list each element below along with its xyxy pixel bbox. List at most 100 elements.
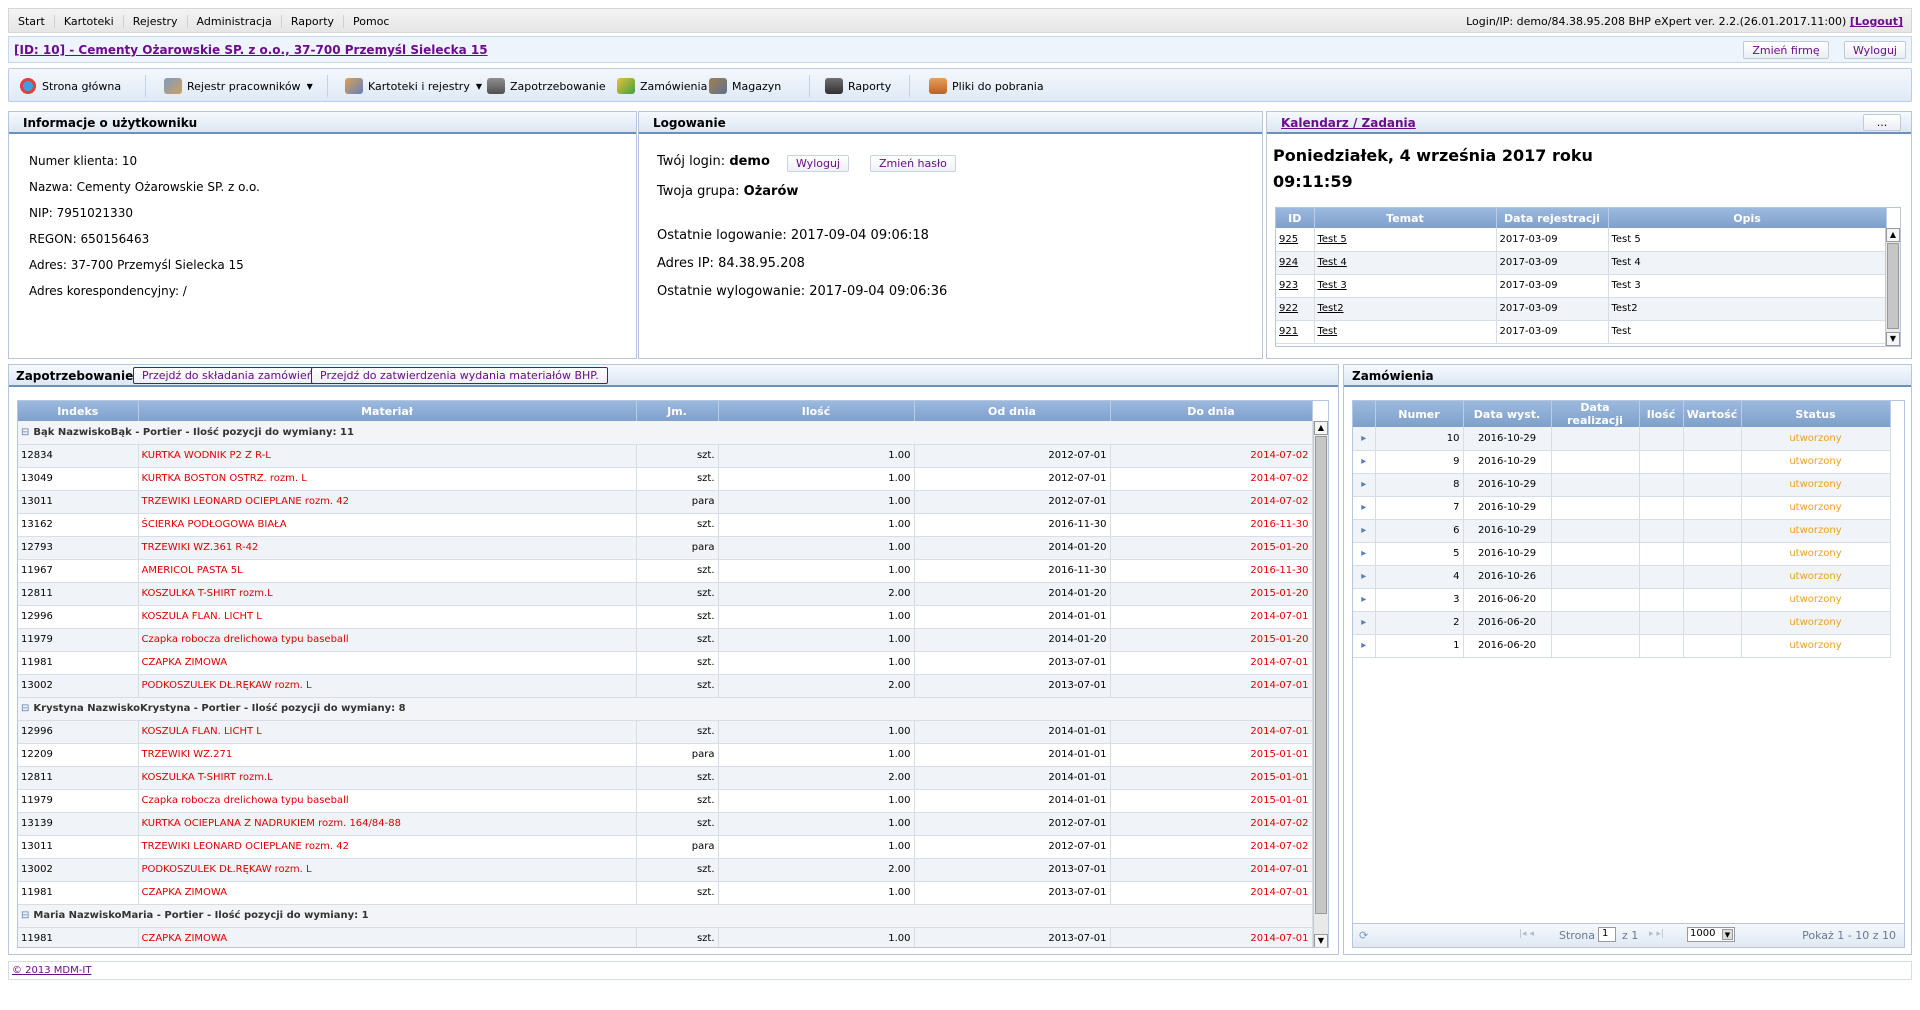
menu-item-kartoteki[interactable]: Kartoteki [55,15,124,28]
column-header[interactable]: Ilość [1639,401,1684,427]
table-row[interactable]: 12793 TRZEWIKI WZ.361 R-42 para 1.00 2014-01… [18,536,1313,560]
column-header[interactable]: Data realizacji [1551,401,1640,427]
menu-item-rejestry[interactable]: Rejestry [124,15,188,28]
table-row[interactable]: 12834 KURTKA WODNIK P2 Z R-L szt. 1.00 2012-… [18,444,1313,468]
menu-item-pomoc[interactable]: Pomoc [344,15,398,28]
registers-button[interactable]: Kartoteki i rejestry ▼ [345,76,482,96]
go-to-approval-button[interactable]: Przejdź do zatwierdzenia wydania materia… [311,367,608,384]
next-page-icon[interactable]: ▸ ▸| [1649,929,1664,939]
group-row[interactable]: ⊟ Bąk NazwiskoBąk - Portier - Ilość pozyc… [18,421,1313,445]
column-header[interactable]: Jm. [636,401,719,421]
table-row[interactable]: 11967 AMERICOL PASTA 5L szt. 1.00 2016-11-30… [18,559,1313,583]
collapse-icon[interactable]: ⊟ [21,910,29,921]
expand-row-icon[interactable]: ▸ [1353,496,1376,520]
collapse-icon[interactable]: ⊟ [21,427,29,438]
scroll-up-icon[interactable]: ▲ [1886,228,1900,242]
scroll-up-icon[interactable]: ▲ [1314,421,1328,435]
task-title-link[interactable]: Test 3 [1314,274,1497,298]
home-button[interactable]: Strona główna [19,76,121,96]
table-row[interactable]: 922 Test2 2017-03-09 Test2 [1276,297,1887,321]
column-header[interactable]: Materiał [138,401,637,421]
expand-row-icon[interactable]: ▸ [1353,634,1376,658]
expand-row-icon[interactable]: ▸ [1353,565,1376,589]
table-row[interactable]: 13011 TRZEWIKI LEONARD OCIEPLANE rozm. 42… [18,835,1313,859]
scroll-thumb[interactable] [1887,243,1899,329]
column-header[interactable]: Ilość [718,401,915,421]
column-header[interactable]: Do dnia [1110,401,1313,421]
table-row[interactable]: 13049 KURTKA BOSTON OSTRZ. rozm. Lszt. 1.0… [18,467,1313,491]
task-id-link[interactable]: 922 [1276,297,1315,321]
scroll-thumb[interactable] [1315,436,1327,914]
page-size-select[interactable]: 1000 ▼ [1687,927,1735,942]
group-row[interactable]: ⊟ Maria NazwiskoMaria - Portier - Ilość p… [18,904,1313,928]
table-row[interactable]: 11981 CZAPKA ZIMOWA szt. 1.00 2013-07-01 2014… [18,881,1313,905]
refresh-icon[interactable]: ⟳ [1359,929,1368,942]
collapse-icon[interactable]: ⊟ [21,703,29,714]
column-header[interactable]: Temat [1314,208,1497,228]
demand-scrollbar[interactable]: ▲ ▼ [1313,421,1328,947]
task-title-link[interactable]: Test 4 [1314,251,1497,275]
table-row[interactable]: 921 Test 2017-03-09 Test [1276,320,1887,344]
table-row[interactable]: 11979 Czapka robocza drelichowa typu base… [18,628,1313,652]
go-to-orders-button[interactable]: Przejdź do składania zamówień. [133,367,327,384]
company-title[interactable]: [ID: 10] - Cementy Ożarowskie SP. z o.o.… [14,43,488,57]
logout-small-button[interactable]: Wyloguj [787,155,849,172]
menu-item-start[interactable]: Start [9,15,55,28]
column-header[interactable]: Data wyst. [1463,401,1552,427]
table-row[interactable]: ▸ 7 2016-10-29 utworzony [1353,496,1891,520]
menu-item-raporty[interactable]: Raporty [282,15,345,28]
table-row[interactable]: 13002 PODKOSZULEK DŁ.RĘKAW rozm. Lszt. 2.0… [18,674,1313,698]
table-row[interactable]: 12811 KOSZULKA T-SHIRT rozm.L szt. 2.00 2014… [18,582,1313,606]
task-title-link[interactable]: Test2 [1314,297,1497,321]
change-password-button[interactable]: Zmień hasło [870,155,956,172]
column-header[interactable]: Wartość [1683,401,1742,427]
menu-item-administracja[interactable]: Administracja [188,15,282,28]
warehouse-button[interactable]: Magazyn [709,76,781,96]
expand-row-icon[interactable]: ▸ [1353,611,1376,635]
task-id-link[interactable]: 925 [1276,228,1315,252]
table-row[interactable]: 925 Test 5 2017-03-09 Test 5 [1276,228,1887,252]
reports-button[interactable]: Raporty [825,76,891,96]
column-header[interactable]: Od dnia [914,401,1111,421]
table-row[interactable]: 13002 PODKOSZULEK DŁ.RĘKAW rozm. Lszt. 2.0… [18,858,1313,882]
table-row[interactable]: ▸ 6 2016-10-29 utworzony [1353,519,1891,543]
task-title-link[interactable]: Test 5 [1314,228,1497,252]
table-row[interactable]: ▸ 9 2016-10-29 utworzony [1353,450,1891,474]
tasks-scrollbar[interactable]: ▲ ▼ [1885,228,1900,346]
column-header[interactable]: Status [1741,401,1891,427]
expand-row-icon[interactable]: ▸ [1353,427,1376,451]
table-row[interactable]: 924 Test 4 2017-03-09 Test 4 [1276,251,1887,275]
copyright-link[interactable]: © 2013 MDM-IT [12,965,91,976]
expand-row-icon[interactable]: ▸ [1353,519,1376,543]
orders-button[interactable]: Zamówienia [617,76,707,96]
column-header[interactable]: Data rejestracji [1496,208,1609,228]
task-id-link[interactable]: 924 [1276,251,1315,275]
demand-button[interactable]: Zapotrzebowanie [487,76,606,96]
table-row[interactable]: ▸ 1 2016-06-20 utworzony [1353,634,1891,658]
page-input[interactable]: 1 [1598,927,1616,942]
expand-row-icon[interactable]: ▸ [1353,450,1376,474]
group-row[interactable]: ⊟ Krystyna NazwiskoKrystyna - Portier - I… [18,697,1313,721]
table-row[interactable]: 12209 TRZEWIKI WZ.271 para 1.00 2014-01-01 20… [18,743,1313,767]
calendar-title[interactable]: Kalendarz / Zadania [1281,116,1416,130]
task-id-link[interactable]: 923 [1276,274,1315,298]
downloads-button[interactable]: Pliki do pobrania [929,76,1044,96]
calendar-more-button[interactable]: ... [1863,114,1901,131]
expand-row-icon[interactable]: ▸ [1353,473,1376,497]
logout-button[interactable]: Wyloguj [1844,41,1906,59]
scroll-down-icon[interactable]: ▼ [1886,332,1900,346]
task-id-link[interactable]: 921 [1276,320,1315,344]
table-row[interactable]: 11981 CZAPKA ZIMOWA szt. 1.00 2013-07-01 2014… [18,927,1313,947]
table-row[interactable]: 11981 CZAPKA ZIMOWA szt. 1.00 2013-07-01 2014… [18,651,1313,675]
table-row[interactable]: 13162 ŚCIERKA PODŁOGOWA BIAŁA szt. 1.00 2016… [18,513,1313,537]
table-row[interactable]: 12811 KOSZULKA T-SHIRT rozm.L szt. 2.00 2014… [18,766,1313,790]
table-row[interactable]: 13139 KURTKA OCIEPLANA Z NADRUKIEM rozm. … [18,812,1313,836]
table-row[interactable]: ▸ 5 2016-10-29 utworzony [1353,542,1891,566]
table-row[interactable]: ▸ 2 2016-06-20 utworzony [1353,611,1891,635]
expand-row-icon[interactable]: ▸ [1353,542,1376,566]
first-page-icon[interactable]: |◂ ◂ [1519,929,1534,939]
table-row[interactable]: ▸ 4 2016-10-26 utworzony [1353,565,1891,589]
column-header[interactable]: Numer [1375,401,1464,427]
expand-row-icon[interactable]: ▸ [1353,588,1376,612]
table-row[interactable]: 12996 KOSZULA FLAN. LICHT Lszt. 1.00 2014-0… [18,605,1313,629]
